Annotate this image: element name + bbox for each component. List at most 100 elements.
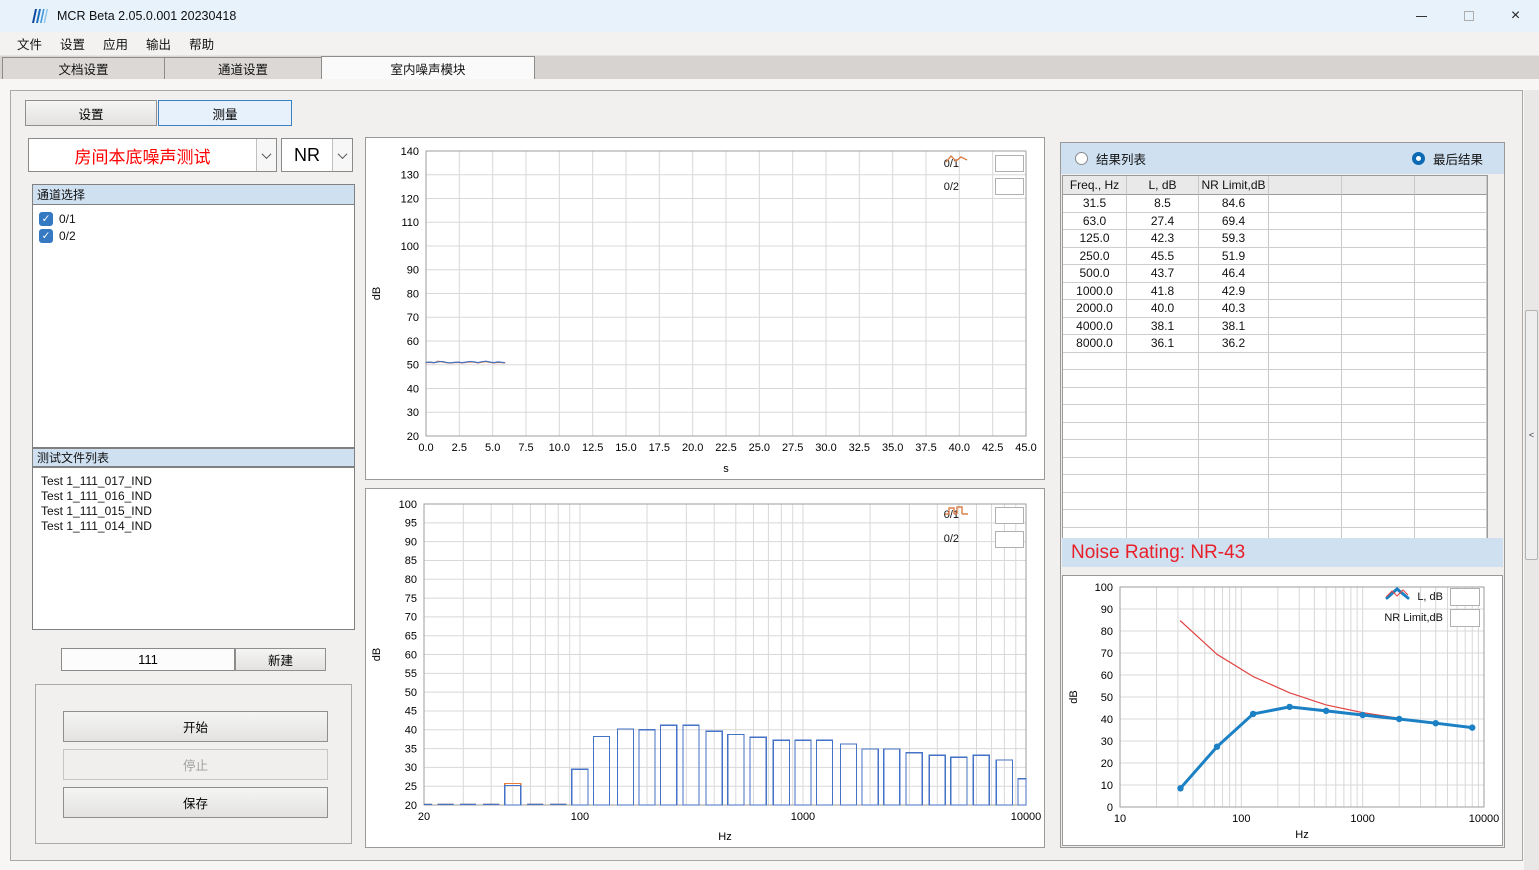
svg-text:30.0: 30.0 [815,442,836,454]
subtab-settings[interactable]: 设置 [25,100,157,126]
table-cell [1127,458,1199,476]
svg-text:10: 10 [1114,813,1126,825]
titlebar: MCR Beta 2.05.0.001 20230418 × [0,0,1539,32]
maximize-button[interactable] [1445,0,1492,32]
radio-unselected-icon[interactable] [1075,152,1088,165]
tabstrip: 文档设置 通道设置 室内噪声模块 [0,56,1539,79]
file-list-item[interactable]: Test 1_111_015_IND [35,504,352,519]
legend-line-icon [995,155,1024,172]
legend-label: NR Limit,dB [1384,612,1443,624]
legend-bar-icon [995,507,1024,524]
file-list-item[interactable]: Test 1_111_016_IND [35,489,352,504]
table-cell: 38.1 [1127,318,1199,336]
radio-last-result[interactable]: 最后结果 [1412,149,1483,168]
table-cell [1342,440,1415,458]
legend-line-icon [995,178,1024,195]
menu-item-help[interactable]: 帮助 [180,31,223,56]
table-cell [1063,440,1127,458]
chevron-down-icon[interactable] [256,139,276,171]
chevron-down-icon[interactable] [332,139,352,171]
svg-text:100: 100 [401,241,419,253]
close-button[interactable]: × [1492,0,1539,32]
table-cell: 51.9 [1199,248,1269,266]
rating-type-combobox[interactable]: NR [281,138,353,172]
svg-text:45: 45 [405,706,417,718]
third-octave-spectrum-chart: 2025303540455055606570758085909510020100… [365,488,1045,848]
svg-text:95: 95 [405,518,417,530]
file-name-input[interactable] [61,648,235,671]
table-cell [1063,510,1127,528]
app-window: { "window": {"title": "MCR Beta 2.05.0.0… [0,0,1539,870]
table-cell [1063,475,1127,493]
svg-text:85: 85 [405,555,417,567]
table-cell [1415,265,1487,283]
table-cell [1199,353,1269,371]
table-cell [1199,440,1269,458]
svg-text:35.0: 35.0 [882,442,903,454]
table-cell [1342,458,1415,476]
table-cell [1199,370,1269,388]
radio-result-list-label: 结果列表 [1096,149,1146,168]
spectrum-chart-legend: 0/10/2 [944,503,1024,551]
radio-result-list[interactable]: 结果列表 [1075,149,1146,168]
table-cell [1415,388,1487,406]
table-cell [1342,388,1415,406]
minimize-button[interactable] [1398,0,1445,32]
noise-rating-banner: Noise Rating: NR-43 [1062,538,1503,567]
svg-text:2.5: 2.5 [452,442,467,454]
results-panel: 结果列表 最后结果 Freq., HzL, dBNR Limit,dB31.58… [1060,142,1505,848]
radio-selected-icon[interactable] [1412,152,1425,165]
table-cell: 27.4 [1127,213,1199,231]
file-list-item[interactable]: Test 1_111_014_IND [35,519,352,534]
menu-item-settings[interactable]: 设置 [51,31,94,56]
svg-text:100: 100 [1232,813,1250,825]
table-cell: 4000.0 [1063,318,1127,336]
table-cell [1127,353,1199,371]
tab-document-settings[interactable]: 文档设置 [2,57,165,79]
table-cell [1127,370,1199,388]
svg-text:40: 40 [407,383,419,395]
svg-text:25: 25 [405,781,417,793]
start-button[interactable]: 开始 [63,711,328,742]
table-cell [1199,475,1269,493]
table-cell [1415,318,1487,336]
table-header-cell [1269,176,1342,195]
menu-item-output[interactable]: 输出 [137,31,180,56]
svg-text:20.0: 20.0 [682,442,703,454]
table-cell: 59.3 [1199,230,1269,248]
results-header: 结果列表 最后结果 [1061,143,1504,174]
window-title: MCR Beta 2.05.0.001 20230418 [57,9,236,23]
table-cell: 1000.0 [1063,283,1127,301]
legend-label: 0/2 [944,533,959,545]
svg-text:70: 70 [405,612,417,624]
svg-text:20: 20 [1101,758,1113,770]
channel-label: 0/1 [59,212,76,226]
table-cell: 8000.0 [1063,335,1127,353]
subtab-measure[interactable]: 测量 [158,100,292,126]
tab-channel-settings[interactable]: 通道设置 [164,57,322,79]
table-cell [1342,248,1415,266]
app-icon [30,7,48,25]
channel-checkbox-checked[interactable]: ✓ [39,229,53,243]
new-button[interactable]: 新建 [235,648,326,671]
svg-text:10.0: 10.0 [549,442,570,454]
channel-checkbox-checked[interactable]: ✓ [39,212,53,226]
table-cell: 38.1 [1199,318,1269,336]
result-table: Freq., HzL, dBNR Limit,dB31.58.584.663.0… [1062,175,1488,546]
panel-collapse-handle[interactable]: < [1525,310,1538,560]
svg-text:90: 90 [407,265,419,277]
svg-text:12.5: 12.5 [582,442,603,454]
menu-item-application[interactable]: 应用 [94,31,137,56]
table-cell [1415,370,1487,388]
save-button[interactable]: 保存 [63,787,328,818]
menu-item-file[interactable]: 文件 [8,31,51,56]
svg-text:65: 65 [405,630,417,642]
test-type-combobox[interactable]: 房间本底噪声测试 [28,138,277,172]
svg-text:dB: dB [371,648,383,661]
table-cell: 250.0 [1063,248,1127,266]
table-cell [1342,475,1415,493]
tab-indoor-noise-module[interactable]: 室内噪声模块 [321,56,535,79]
table-cell [1342,230,1415,248]
svg-text:75: 75 [405,593,417,605]
file-list-item[interactable]: Test 1_111_017_IND [35,474,352,489]
